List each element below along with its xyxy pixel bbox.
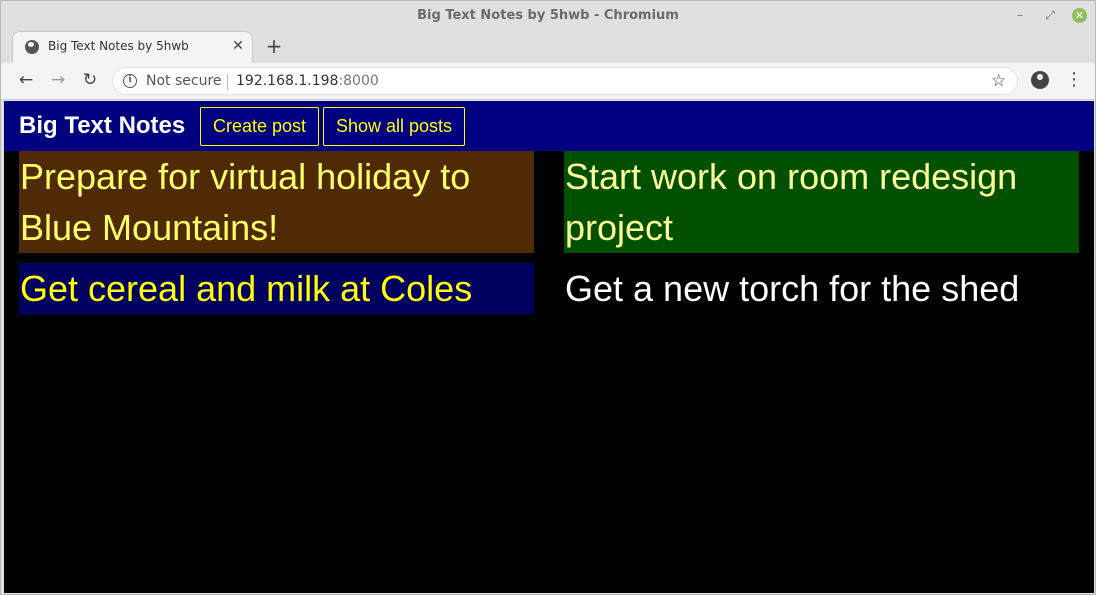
omnibox-divider [227, 74, 228, 90]
browser-window: Big Text Notes by 5hwb - Chromium – ⤢ ✕ … [0, 0, 1096, 595]
tab-close-icon[interactable]: ✕ [230, 38, 246, 54]
new-tab-icon[interactable]: + [263, 34, 285, 58]
account-icon[interactable] [1031, 71, 1049, 89]
url-text[interactable]: 192.168.1.198:8000 [236, 73, 379, 89]
tab-strip: Big Text Notes by 5hwb ✕ + [1, 31, 1095, 63]
show-all-posts-button[interactable]: Show all posts [323, 107, 465, 146]
url-host: 192.168.1.198 [236, 73, 339, 89]
back-arrow-icon[interactable]: ← [15, 69, 37, 91]
create-post-button[interactable]: Create post [200, 107, 319, 146]
minimize-icon[interactable]: – [1012, 7, 1028, 23]
url-port: :8000 [338, 73, 379, 89]
menu-icon[interactable]: ⋮ [1065, 69, 1083, 91]
page-viewport: Big Text Notes Create post Show all post… [4, 101, 1094, 593]
app-header: Big Text Notes Create post Show all post… [4, 101, 1094, 151]
close-window-icon[interactable]: ✕ [1072, 8, 1087, 23]
bookmark-star-icon[interactable]: ☆ [991, 71, 1006, 91]
tab-active[interactable]: Big Text Notes by 5hwb ✕ [12, 31, 253, 63]
address-bar[interactable]: i Not secure 192.168.1.198:8000 ☆ [112, 67, 1018, 95]
maximize-icon[interactable]: ⤢ [1042, 7, 1058, 23]
tab-title: Big Text Notes by 5hwb [48, 39, 189, 53]
browser-toolbar: ← → ↻ i Not secure 192.168.1.198:8000 ☆ … [1, 63, 1095, 100]
note-card[interactable]: Get cereal and milk at Coles [19, 263, 534, 314]
reload-icon[interactable]: ↻ [79, 69, 101, 91]
window-titlebar: Big Text Notes by 5hwb - Chromium – ⤢ ✕ [1, 1, 1095, 31]
globe-icon [25, 40, 39, 54]
security-status[interactable]: Not secure [146, 73, 222, 89]
note-card[interactable]: Get a new torch for the shed [564, 263, 1079, 314]
info-icon[interactable]: i [123, 74, 137, 88]
forward-arrow-icon[interactable]: → [47, 69, 69, 91]
window-title: Big Text Notes by 5hwb - Chromium [417, 8, 679, 23]
note-card[interactable]: Start work on room redesign project [564, 151, 1079, 253]
note-card[interactable]: Prepare for virtual holiday to Blue Moun… [19, 151, 534, 253]
app-brand[interactable]: Big Text Notes [19, 112, 185, 140]
